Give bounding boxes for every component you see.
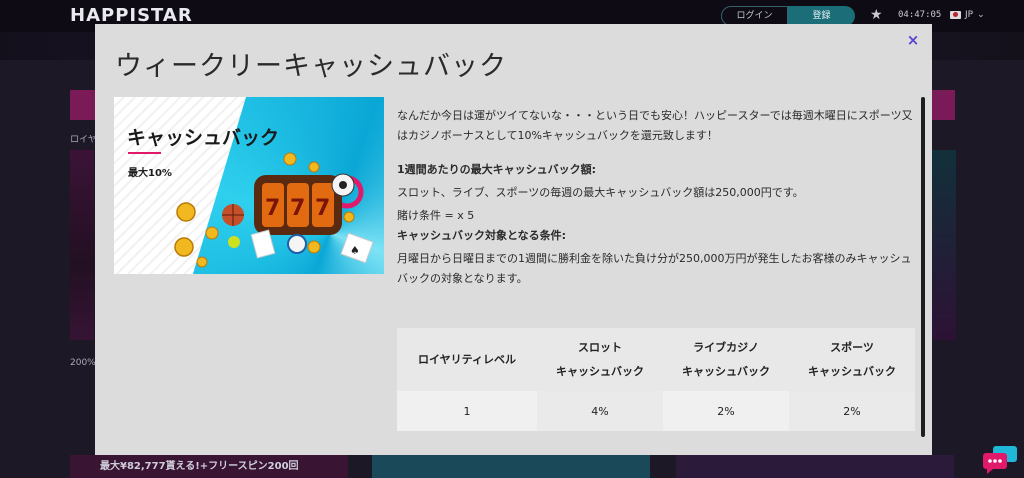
banner-title: キャッシュバック [127, 127, 280, 149]
close-icon[interactable]: × [905, 32, 921, 48]
language-label: JP [965, 10, 974, 20]
promo-card-left[interactable] [70, 150, 94, 340]
section1-text: スロット、ライブ、スポーツの毎週の最大キャッシュバック額は250,000円です。 [397, 186, 804, 199]
column-header-loyalty: ロイヤリティレベル [397, 328, 537, 391]
gold-coin [196, 256, 208, 268]
bottom-promo-text: 最大¥82,777貰える!+フリースピン200回 [100, 461, 299, 472]
section-label-loyalty: ロイヤ [70, 135, 97, 145]
intro-text: なんだか今日は運がツイてないな・・・という日でも安心！ハッピースターでは毎週木曜… [397, 109, 913, 142]
register-button[interactable]: 登録 [788, 6, 855, 26]
cell-slot-cashback: 4% [537, 391, 663, 431]
slot-seven-1: 7 [265, 196, 280, 221]
table-row: 1 4% 2% 2% [397, 391, 915, 431]
chevron-down-icon: ⌄ [977, 10, 985, 20]
cashback-table: ロイヤリティレベル スロット キャッシュバック ライブカジノ キャッシュバック … [397, 328, 915, 431]
slot-seven-2: 7 [290, 196, 305, 221]
login-button[interactable]: ログイン [721, 6, 788, 26]
favorite-star-icon[interactable]: ★ [870, 7, 883, 23]
modal-title: ウィークリーキャッシュバック [115, 51, 507, 82]
gold-coin [308, 161, 320, 173]
modal-scrollbar-track[interactable] [921, 97, 925, 437]
cashback-modal: ウィークリーキャッシュバック × 7 7 7 ♠ キャッシュバック 最大10% … [95, 24, 932, 455]
chat-support-icon[interactable] [983, 446, 1019, 474]
section-label-bonus: 200% [70, 358, 96, 368]
banner-subtitle: 最大10% [128, 168, 172, 179]
cashback-banner: 7 7 7 ♠ キャッシュバック 最大10% [114, 97, 384, 274]
gold-coin [343, 211, 355, 223]
banner-underline [128, 152, 161, 154]
gold-coin [176, 202, 196, 222]
column-header-slot: スロット キャッシュバック [537, 328, 663, 391]
table-header-row: ロイヤリティレベル スロット キャッシュバック ライブカジノ キャッシュバック … [397, 328, 915, 391]
slot-seven-3: 7 [315, 196, 330, 221]
cell-loyalty-level: 1 [397, 391, 537, 431]
promo-card-right[interactable] [932, 150, 956, 340]
promo-card-bottom-2[interactable] [372, 455, 650, 478]
modal-scrollbar-thumb[interactable] [921, 97, 925, 437]
promo-card-bottom-3[interactable] [676, 455, 954, 478]
site-logo[interactable]: HAPPISTAR [70, 5, 193, 26]
japan-flag-icon [950, 11, 961, 19]
cell-live-cashback: 2% [663, 391, 789, 431]
column-header-sports: スポーツ キャッシュバック [789, 328, 915, 391]
wager-requirement: 賭け条件 = x 5 [397, 209, 475, 222]
svg-text:♠: ♠ [350, 244, 360, 257]
clock: 04:47:05 [898, 10, 942, 20]
language-selector[interactable]: JP ⌄ [950, 10, 985, 20]
cashback-description: なんだか今日は運がツイてないな・・・という日でも安心！ハッピースターでは毎週木曜… [397, 106, 915, 289]
gold-coin [174, 237, 194, 257]
cell-sports-cashback: 2% [789, 391, 915, 431]
tennis-ball [228, 236, 240, 248]
column-header-live-casino: ライブカジノ キャッシュバック [663, 328, 789, 391]
gold-coin [307, 240, 321, 254]
section2-text: 月曜日から日曜日までの1週間に勝利金を除いた負け分が250,000万円が発生した… [397, 252, 912, 285]
section1-heading: 1週間あたりの最大キャッシュバック額: [397, 163, 597, 176]
section2-heading: キャッシュバック対象となる条件: [397, 229, 567, 242]
gold-coin [283, 152, 297, 166]
volleyball [287, 234, 307, 254]
gold-coin [205, 226, 219, 240]
